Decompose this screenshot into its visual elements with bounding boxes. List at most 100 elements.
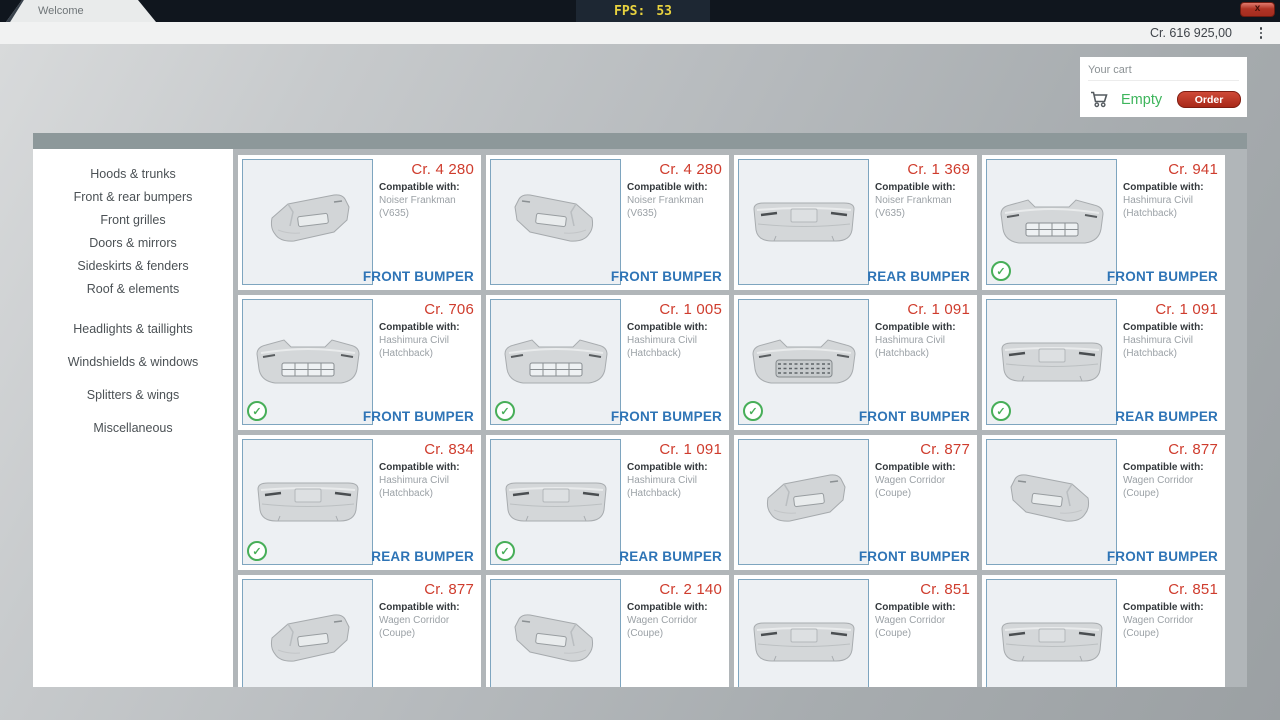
fps-value: 53: [656, 4, 672, 19]
compatible-car: Noiser Frankman (V635): [875, 194, 975, 220]
product-price: Cr. 877: [920, 441, 970, 458]
compatible-car: Hashimura Civil (Hatchback): [1123, 334, 1223, 360]
panel-header-strip: [33, 133, 1247, 149]
part-type-label: FRONT BUMPER: [1107, 549, 1218, 564]
bumper-image: [496, 460, 616, 544]
bumper-image: [744, 600, 864, 684]
product-image-frame: [738, 439, 869, 565]
close-button[interactable]: x: [1240, 2, 1275, 17]
sidebar-item[interactable]: Splitters & wings: [33, 379, 233, 412]
part-type-label: REAR BUMPER: [371, 549, 474, 564]
compatible-car: Hashimura Civil (Hatchback): [379, 474, 479, 500]
product-price: Cr. 1 005: [659, 301, 722, 318]
product-card[interactable]: Cr. 2 140 Compatible with: Wagen Corrido…: [486, 575, 729, 687]
compatible-car: Noiser Frankman (V635): [379, 194, 479, 220]
product-card[interactable]: Cr. 851 Compatible with: Wagen Corridor …: [734, 575, 977, 687]
product-image-frame: [242, 159, 373, 285]
compatible-car: Hashimura Civil (Hatchback): [627, 474, 727, 500]
owned-check-icon: ✓: [247, 401, 267, 421]
bumper-image: [248, 460, 368, 544]
compatible-label: Compatible with:: [379, 322, 460, 333]
product-price: Cr. 1 369: [907, 161, 970, 178]
product-price: Cr. 2 140: [659, 581, 722, 598]
player-balance: Cr. 616 925,00: [1150, 26, 1232, 40]
product-card[interactable]: Cr. 877 Compatible with: Wagen Corridor …: [238, 575, 481, 687]
product-card[interactable]: Cr. 1 091 Compatible with: Hashimura Civ…: [734, 295, 977, 430]
owned-check-icon: ✓: [495, 541, 515, 561]
sidebar-item[interactable]: Front & rear bumpers: [33, 186, 233, 209]
product-image-frame: [738, 159, 869, 285]
sidebar-item[interactable]: Windshields & windows: [33, 346, 233, 379]
cart-panel: Your cart Empty Order: [1080, 57, 1247, 117]
bumper-image: [248, 600, 368, 684]
kebab-menu-icon[interactable]: [1254, 26, 1268, 40]
product-card[interactable]: Cr. 1 091 Compatible with: Hashimura Civ…: [982, 295, 1225, 430]
product-price: Cr. 941: [1168, 161, 1218, 178]
part-type-label: FRONT BUMPER: [363, 409, 474, 424]
product-price: Cr. 834: [424, 441, 474, 458]
part-type-label: FRONT BUMPER: [859, 549, 970, 564]
product-card[interactable]: Cr. 834 Compatible with: Hashimura Civil…: [238, 435, 481, 570]
owned-check-icon: ✓: [991, 401, 1011, 421]
category-sidebar: Hoods & trunksFront & rear bumpersFront …: [33, 149, 233, 687]
sidebar-group-body: Hoods & trunksFront & rear bumpersFront …: [33, 163, 233, 301]
product-card[interactable]: Cr. 1 091 Compatible with: Hashimura Civ…: [486, 435, 729, 570]
sidebar-item[interactable]: Roof & elements: [33, 278, 233, 301]
tab-welcome-label: Welcome: [38, 5, 84, 17]
bumper-image: [496, 320, 616, 404]
product-price: Cr. 1 091: [1155, 301, 1218, 318]
product-price: Cr. 4 280: [411, 161, 474, 178]
product-card[interactable]: Cr. 706 Compatible with: Hashimura Civil…: [238, 295, 481, 430]
sidebar-item[interactable]: Miscellaneous: [33, 412, 233, 445]
part-type-label: FRONT BUMPER: [1107, 269, 1218, 284]
owned-check-icon: ✓: [495, 401, 515, 421]
compatible-car: Wagen Corridor (Coupe): [875, 614, 975, 640]
sidebar-item[interactable]: Doors & mirrors: [33, 232, 233, 255]
tab-welcome[interactable]: Welcome: [6, 0, 156, 22]
product-image-frame: [490, 159, 621, 285]
bumper-image: [744, 180, 864, 264]
product-price: Cr. 877: [424, 581, 474, 598]
product-card[interactable]: Cr. 851 Compatible with: Wagen Corridor …: [982, 575, 1225, 687]
sidebar-item[interactable]: Headlights & taillights: [33, 313, 233, 346]
product-price: Cr. 1 091: [659, 441, 722, 458]
compatible-label: Compatible with:: [627, 182, 708, 193]
compatible-label: Compatible with:: [875, 322, 956, 333]
sidebar-item[interactable]: Hoods & trunks: [33, 163, 233, 186]
product-price: Cr. 706: [424, 301, 474, 318]
compatible-car: Noiser Frankman (V635): [627, 194, 727, 220]
compatible-car: Hashimura Civil (Hatchback): [379, 334, 479, 360]
compatible-label: Compatible with:: [627, 462, 708, 473]
product-card[interactable]: Cr. 4 280 Compatible with: Noiser Frankm…: [486, 155, 729, 290]
sidebar-group-glass: Headlights & taillightsWindshields & win…: [33, 313, 233, 445]
order-button[interactable]: Order: [1177, 91, 1241, 108]
fps-label: FPS:: [614, 4, 645, 19]
product-image-frame: [738, 579, 869, 687]
product-card[interactable]: Cr. 1 005 Compatible with: Hashimura Civ…: [486, 295, 729, 430]
product-image-frame: [242, 579, 373, 687]
part-type-label: FRONT BUMPER: [611, 409, 722, 424]
shop-panel: Hoods & trunksFront & rear bumpersFront …: [33, 133, 1247, 687]
part-type-label: FRONT BUMPER: [859, 409, 970, 424]
product-card[interactable]: Cr. 1 369 Compatible with: Noiser Frankm…: [734, 155, 977, 290]
product-card[interactable]: Cr. 941 Compatible with: Hashimura Civil…: [982, 155, 1225, 290]
cart-icon: [1090, 91, 1109, 108]
sidebar-item[interactable]: Front grilles: [33, 209, 233, 232]
part-type-label: FRONT BUMPER: [363, 269, 474, 284]
compatible-car: Wagen Corridor (Coupe): [1123, 474, 1223, 500]
product-image-frame: [986, 579, 1117, 687]
bumper-image: [744, 460, 864, 544]
sidebar-item[interactable]: Sideskirts & fenders: [33, 255, 233, 278]
product-card[interactable]: Cr. 4 280 Compatible with: Noiser Frankm…: [238, 155, 481, 290]
compatible-car: Hashimura Civil (Hatchback): [875, 334, 975, 360]
product-card[interactable]: Cr. 877 Compatible with: Wagen Corridor …: [734, 435, 977, 570]
product-card[interactable]: Cr. 877 Compatible with: Wagen Corridor …: [982, 435, 1225, 570]
compatible-label: Compatible with:: [1123, 182, 1204, 193]
bumper-image: [744, 320, 864, 404]
part-type-label: REAR BUMPER: [1115, 409, 1218, 424]
bumper-image: [992, 180, 1112, 264]
compatible-label: Compatible with:: [627, 322, 708, 333]
bumper-image: [496, 600, 616, 684]
compatible-label: Compatible with:: [379, 462, 460, 473]
compatible-label: Compatible with:: [1123, 322, 1204, 333]
